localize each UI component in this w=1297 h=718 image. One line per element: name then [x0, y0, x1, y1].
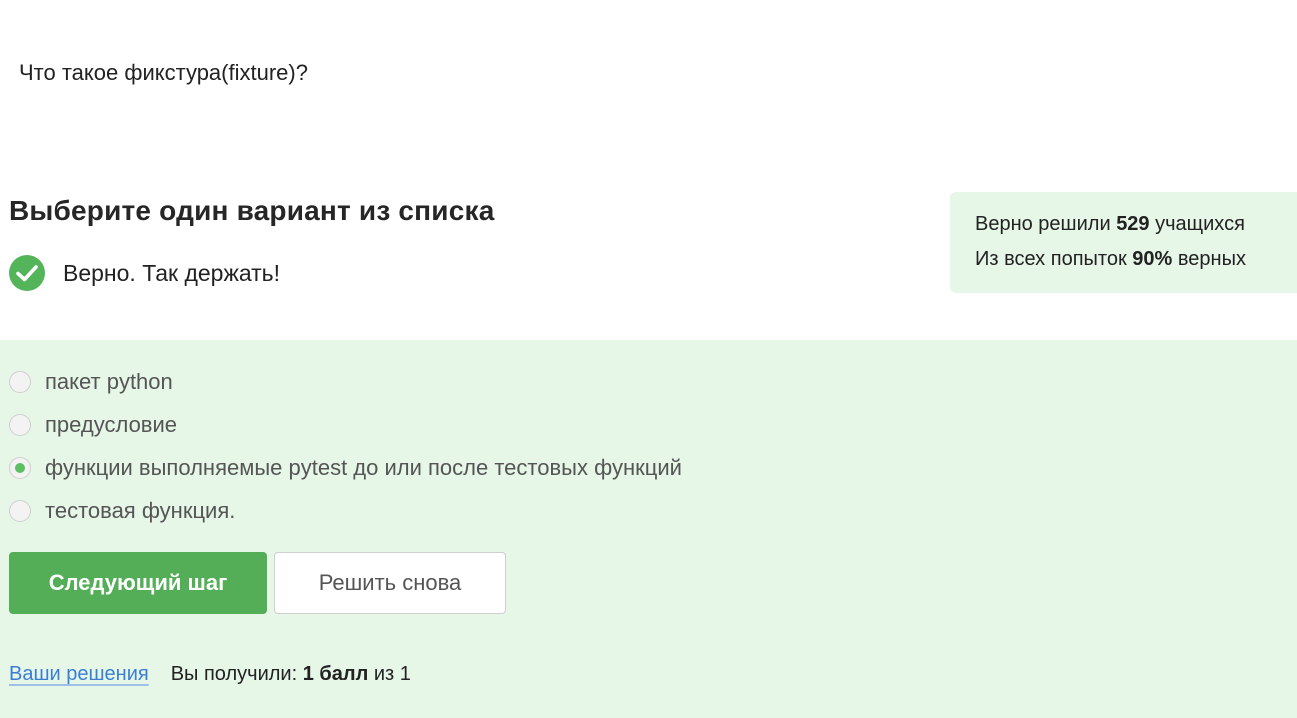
answer-option[interactable]: пакет python: [9, 368, 173, 396]
result-footer: Ваши решения Вы получили: 1 балл из 1: [9, 663, 411, 686]
answer-option-label: пакет python: [45, 369, 173, 394]
answer-option-selected[interactable]: функции выполняемые pytest до или после …: [9, 454, 682, 482]
stats-panel: Верно решили 529 учащихся Из всех попыто…: [950, 192, 1297, 293]
radio-button[interactable]: [9, 371, 31, 393]
score-suffix: из 1: [373, 663, 411, 685]
radio-button-checked[interactable]: [9, 457, 31, 479]
stats-solved-prefix: Верно решили: [975, 213, 1111, 235]
feedback-message: Верно. Так держать!: [63, 259, 281, 286]
stats-attempts-line: Из всех попыток 90% верных: [975, 245, 1297, 280]
answer-option-label: функции выполняемые pytest до или после …: [45, 455, 682, 480]
radio-button[interactable]: [9, 500, 31, 522]
answer-option[interactable]: тестовая функция.: [9, 497, 235, 525]
check-circle-icon: [9, 255, 45, 291]
answer-option-label: тестовая функция.: [45, 498, 236, 523]
stats-attempts-percent: 90%: [1132, 248, 1173, 270]
task-title: Выберите один вариант из списка: [9, 195, 495, 226]
score-value: 1 балл: [302, 663, 369, 685]
stats-solved-line: Верно решили 529 учащихся: [975, 210, 1297, 245]
answer-option[interactable]: предусловие: [9, 411, 177, 439]
stats-solved-count: 529: [1116, 213, 1150, 235]
stats-attempts-suffix: верных: [1177, 248, 1246, 270]
score-text: Вы получили: 1 балл из 1: [171, 663, 411, 686]
step-page: Что такое фикстура(fixture)? Выберите од…: [0, 0, 1297, 718]
next-step-button[interactable]: Следующий шаг: [9, 552, 267, 614]
your-solutions-link[interactable]: Ваши решения: [9, 663, 149, 686]
answers-area: пакет python предусловие функции выполня…: [0, 340, 1297, 718]
feedback-row: Верно. Так держать!: [9, 255, 280, 291]
stats-attempts-prefix: Из всех попыток: [975, 248, 1127, 270]
score-prefix: Вы получили:: [170, 663, 298, 685]
solve-again-button[interactable]: Решить снова: [274, 552, 506, 614]
question-text: Что такое фикстура(fixture)?: [19, 60, 308, 85]
radio-dot: [15, 463, 25, 473]
answer-option-label: предусловие: [45, 412, 178, 437]
radio-button[interactable]: [9, 414, 31, 436]
stats-solved-suffix: учащихся: [1155, 213, 1245, 235]
